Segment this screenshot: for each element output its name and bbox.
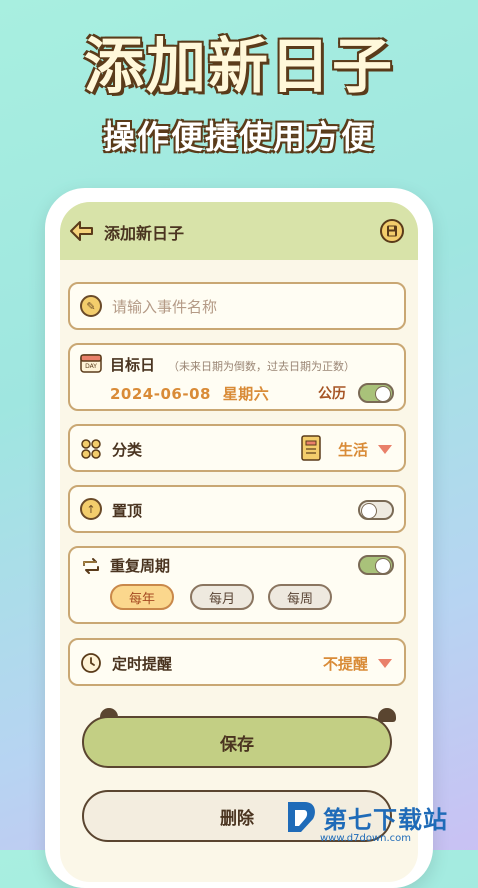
pin-top-row: ↑ 置顶 xyxy=(68,485,406,533)
repeat-label: 重复周期 xyxy=(110,557,171,575)
reminder-row[interactable]: 定时提醒 不提醒 xyxy=(68,638,406,686)
event-name-placeholder: 请输入事件名称 xyxy=(112,298,218,316)
repeat-option-yearly[interactable]: 每年 xyxy=(110,584,174,610)
notebook-icon xyxy=(301,435,321,461)
calendar-type-toggle[interactable] xyxy=(358,383,394,403)
category-value: 生活 xyxy=(337,441,368,459)
page-title: 添加新日子 xyxy=(104,224,185,243)
category-label: 分类 xyxy=(112,441,143,459)
arrow-left-icon[interactable] xyxy=(68,219,96,243)
phone-frame: 添加新日子 ✎ 请输入事件名称 DAY 目标日 （未来日期为倒数，过去日期为正数… xyxy=(45,188,433,888)
save-button[interactable]: 保存 xyxy=(82,716,392,768)
site-watermark: 第七下载站 xyxy=(285,798,448,836)
hero-subtitle: 操作便捷使用方便 xyxy=(102,118,375,156)
target-date-hint: （未来日期为倒数，过去日期为正数） xyxy=(168,360,355,373)
hero-title: 添加新日子 xyxy=(84,32,394,102)
category-row[interactable]: 分类 生活 xyxy=(68,424,406,472)
event-name-field[interactable]: ✎ 请输入事件名称 xyxy=(68,282,406,330)
calendar-type-label: 公历 xyxy=(318,386,346,402)
reminder-label: 定时提醒 xyxy=(112,655,173,673)
pencil-icon: ✎ xyxy=(80,295,102,317)
clock-icon xyxy=(81,653,101,673)
repeat-card: 重复周期 每年 每月 每周 xyxy=(68,546,406,624)
watermark-text: 第七下载站 xyxy=(323,805,448,834)
target-date-label: 目标日 xyxy=(110,356,156,374)
date-value: 2024-06-08 xyxy=(110,385,211,403)
grid-icon xyxy=(81,439,101,459)
repeat-option-weekly[interactable]: 每周 xyxy=(268,584,332,610)
repeat-icon xyxy=(83,558,99,574)
chevron-down-icon xyxy=(378,659,392,668)
watermark-url: www.d7down.com xyxy=(320,833,412,844)
reminder-value: 不提醒 xyxy=(322,655,368,673)
calendar-day-icon: DAY xyxy=(80,354,102,373)
target-date-value[interactable]: 2024-06-08 星期六 xyxy=(110,383,269,404)
repeat-toggle[interactable] xyxy=(358,555,394,575)
target-date-card[interactable]: DAY 目标日 （未来日期为倒数，过去日期为正数） 2024-06-08 星期六… xyxy=(68,343,406,411)
pin-up-icon: ↑ xyxy=(80,498,102,520)
chevron-down-icon xyxy=(378,445,392,454)
pin-top-label: 置顶 xyxy=(112,502,143,520)
floppy-disk-icon[interactable] xyxy=(380,219,404,243)
weekday-value: 星期六 xyxy=(222,385,270,403)
pin-top-toggle[interactable] xyxy=(358,500,394,520)
site-logo-icon xyxy=(288,802,315,832)
app-screen: 添加新日子 ✎ 请输入事件名称 DAY 目标日 （未来日期为倒数，过去日期为正数… xyxy=(60,202,418,882)
svg-text:DAY: DAY xyxy=(85,363,97,370)
app-bar: 添加新日子 xyxy=(60,202,418,260)
repeat-option-monthly[interactable]: 每月 xyxy=(190,584,254,610)
